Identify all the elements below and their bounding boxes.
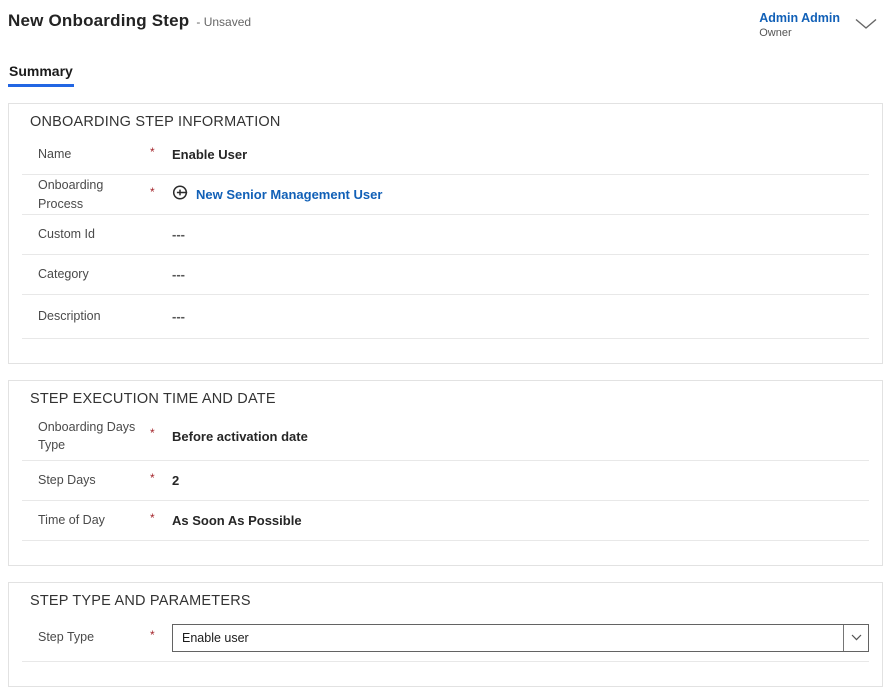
section-title: STEP TYPE AND PARAMETERS (22, 583, 869, 614)
lookup-value[interactable]: New Senior Management User (172, 184, 382, 206)
field-label: Onboarding Process (38, 176, 150, 212)
field-value-onboarding-days-type[interactable]: Before activation date (172, 429, 308, 444)
field-row-category: Category --- (22, 255, 869, 295)
field-value-time-of-day[interactable]: As Soon As Possible (172, 513, 302, 528)
field-value-category[interactable]: --- (172, 267, 185, 282)
field-row-time-of-day: Time of Day * As Soon As Possible (22, 501, 869, 541)
chevron-down-icon[interactable] (843, 625, 868, 651)
chevron-down-icon[interactable] (855, 17, 877, 35)
page-title: New Onboarding Step (8, 11, 189, 31)
field-row-onboarding-days-type: Onboarding Days Type * Before activation… (22, 412, 869, 461)
field-label: Onboarding Days Type (38, 418, 150, 454)
form-tabbar: Summary (8, 63, 883, 87)
section-step-type-and-parameters: STEP TYPE AND PARAMETERS Step Type * Ena… (8, 582, 883, 687)
field-label: Name (38, 145, 150, 163)
owner-role-label: Owner (759, 27, 840, 39)
form-header: New Onboarding Step - Unsaved Admin Admi… (8, 8, 883, 56)
field-value-description[interactable]: --- (172, 309, 185, 324)
field-row-custom-id: Custom Id --- (22, 215, 869, 255)
field-row-step-type: Step Type * Enable user (22, 614, 869, 662)
field-label: Description (38, 307, 150, 325)
section-title: ONBOARDING STEP INFORMATION (22, 104, 869, 135)
title-wrap: New Onboarding Step - Unsaved (8, 8, 251, 31)
required-marker: * (150, 471, 172, 485)
required-marker: * (150, 145, 172, 159)
lookup-record-link[interactable]: New Senior Management User (196, 187, 382, 202)
owner-widget: Admin Admin Owner (759, 8, 883, 39)
section-title: STEP EXECUTION TIME AND DATE (22, 381, 869, 412)
tab-summary[interactable]: Summary (8, 63, 74, 87)
owner-block: Admin Admin Owner (759, 11, 840, 39)
required-marker: * (150, 426, 172, 440)
save-status-badge: - Unsaved (196, 15, 251, 29)
field-row-name: Name * Enable User (22, 135, 869, 175)
required-marker: * (150, 628, 172, 642)
section-step-execution-time-and-date: STEP EXECUTION TIME AND DATE Onboarding … (8, 380, 883, 566)
required-marker: * (150, 511, 172, 525)
step-type-selected-option: Enable user (173, 625, 843, 651)
field-label: Time of Day (38, 511, 150, 529)
required-marker: * (150, 185, 172, 199)
field-row-step-days: Step Days * 2 (22, 461, 869, 501)
circled-plus-lookup-icon (172, 184, 189, 206)
field-row-description: Description --- (22, 295, 869, 339)
step-type-select[interactable]: Enable user (172, 624, 869, 652)
field-value-step-days[interactable]: 2 (172, 473, 179, 488)
record-form-page: New Onboarding Step - Unsaved Admin Admi… (0, 0, 891, 687)
field-label: Custom Id (38, 225, 150, 243)
field-value-custom-id[interactable]: --- (172, 227, 185, 242)
section-onboarding-step-information: ONBOARDING STEP INFORMATION Name * Enabl… (8, 103, 883, 364)
field-label: Category (38, 265, 150, 283)
field-label: Step Type (38, 628, 150, 646)
field-value-name[interactable]: Enable User (172, 147, 247, 162)
field-row-onboarding-process: Onboarding Process * New Senior Manageme… (22, 175, 869, 215)
field-label: Step Days (38, 471, 150, 489)
owner-link[interactable]: Admin Admin (759, 11, 840, 25)
